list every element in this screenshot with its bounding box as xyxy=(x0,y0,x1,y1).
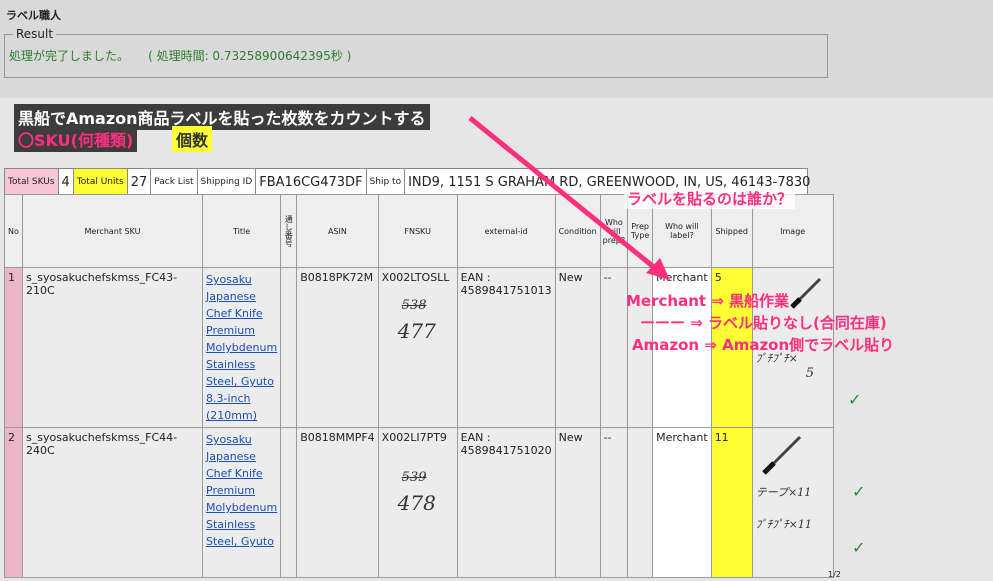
annotation-count: 個数 xyxy=(172,126,213,152)
annotation-none: ーーー ⇒ ラベル貼りなし(合同在庫) xyxy=(640,314,887,332)
annotation-merchant: Merchant ⇒ 黒船作業 xyxy=(626,292,790,310)
annotation-sku: 〇SKU(何種類) xyxy=(14,126,138,152)
annotation-arrow-icon xyxy=(468,116,670,280)
annotation-amazon: Amazon ⇒ Amazon側でラベル貼り xyxy=(632,336,895,354)
annotation-question: ラベルを貼るのは誰か？ xyxy=(624,188,796,209)
